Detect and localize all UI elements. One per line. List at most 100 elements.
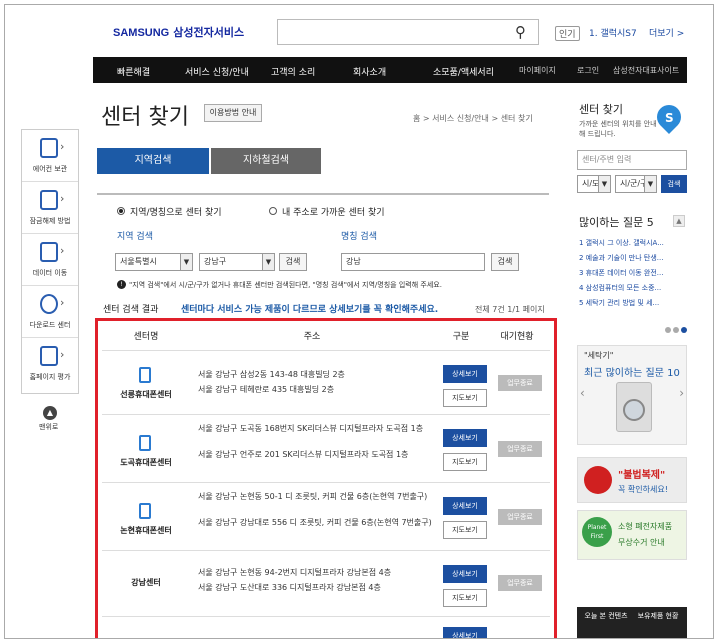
center-name[interactable]: 도곡휴대폰센터: [102, 457, 190, 468]
result-count: 전체 7건 1/1 페이지: [475, 305, 545, 314]
sido-select[interactable]: 시/도 ▼: [577, 175, 611, 193]
nav-service-request[interactable]: 서비스 신청/안내: [185, 65, 249, 78]
side-search-input[interactable]: 센터/주변 입력: [577, 150, 687, 170]
center-name[interactable]: 선릉휴대폰센터: [102, 389, 190, 400]
radio-near-label: 내 주소로 가까운 센터 찾기: [282, 208, 385, 218]
map-button[interactable]: 지도보기: [443, 389, 487, 407]
faq-item[interactable]: 3 휴대폰 데이터 이동 완전...: [579, 268, 663, 278]
chevron-down-icon: ▼: [180, 254, 192, 270]
washer-image: [616, 382, 652, 432]
samsung-logo[interactable]: SAMSUNG 삼성전자서비스: [109, 23, 244, 40]
tab-subway-search[interactable]: 지하철검색: [211, 148, 321, 174]
nav-login[interactable]: 로그인: [577, 65, 599, 76]
gungu-select[interactable]: 시/군/구 ▼: [615, 175, 657, 193]
side-description: 가까운 센터의 위치를 안내해 드립니다.: [579, 120, 657, 138]
district-select[interactable]: 강남구 ▼: [199, 253, 275, 271]
top-label[interactable]: 맨위로: [39, 422, 58, 432]
quick-item-data-transfer[interactable]: › 데이터 이동: [22, 234, 78, 286]
banner-piracy[interactable]: "불법복제" 꼭 확인하세요!: [577, 457, 687, 503]
quick-item-download[interactable]: › 다운로드 센터: [22, 286, 78, 338]
logo-service: 삼성전자서비스: [173, 27, 245, 39]
more-link[interactable]: 더보기 >: [649, 26, 684, 39]
nav-customer-voice[interactable]: 고객의 소리: [271, 65, 315, 78]
status-badge: 업무종료: [498, 375, 542, 391]
phone-icon: [139, 367, 151, 383]
side-search-button[interactable]: 검색: [661, 175, 687, 193]
stop-icon: [584, 466, 612, 494]
owned-products[interactable]: 보유제품 현황: [635, 611, 681, 621]
table-row: 도곡휴대폰센터 서울 강남구 도곡동 168번지 SK리더스뷰 디지털프라자 도…: [102, 414, 550, 482]
side-title: 센터 찾기: [579, 103, 623, 116]
map-button[interactable]: 지도보기: [443, 453, 487, 471]
banner-sub: 무상수거 안내: [618, 538, 665, 547]
dot-icon[interactable]: [681, 327, 687, 333]
city-select[interactable]: 서울특별시 ▼: [115, 253, 193, 271]
city-value: 서울특별시: [120, 257, 157, 266]
site-search-input[interactable]: [277, 19, 539, 45]
header-address: 주소: [303, 332, 321, 342]
dot-icon[interactable]: [665, 327, 671, 333]
banner-sub: 꼭 확인하세요!: [618, 485, 668, 494]
center-name[interactable]: 논현휴대폰센터: [102, 525, 190, 536]
chevron-up-icon[interactable]: ▲: [673, 215, 685, 227]
quick-item-label: 홈페이지 평가: [29, 373, 71, 381]
map-button[interactable]: 지도보기: [443, 521, 487, 539]
center-name[interactable]: 강남센터: [102, 577, 190, 588]
radio-near[interactable]: [269, 207, 277, 215]
faq-item[interactable]: 2 예술과 기술이 만나 탄생...: [579, 253, 663, 263]
search-icon[interactable]: ⚲: [515, 23, 533, 41]
detail-button[interactable]: 상세보기: [443, 429, 487, 447]
chevron-right-icon: ›: [60, 244, 65, 257]
page-frame: SAMSUNG 삼성전자서비스 ⚲ 인기 1. 갤럭시S7 더보기 > 빠른해결 …: [4, 4, 714, 639]
header-type: 구분: [452, 332, 470, 342]
table-row: 선릉휴대폰센터 서울 강남구 삼성2동 143-48 대흥빌딩 2층 서울 강남…: [102, 350, 550, 414]
washer-door: [623, 399, 645, 421]
detail-button[interactable]: 상세보기: [443, 627, 487, 638]
chevron-right-icon[interactable]: ›: [679, 386, 684, 400]
name-input[interactable]: 강남: [341, 253, 485, 271]
map-button[interactable]: 지도보기: [443, 589, 487, 607]
quick-item-unlock[interactable]: › 잠금해제 방법: [22, 182, 78, 234]
breadcrumb: 홈 > 서비스 신청/안내 > 센터 찾기: [413, 114, 533, 123]
header-name: 센터명: [133, 332, 159, 342]
recent-contents[interactable]: 오늘 본 컨텐츠: [583, 611, 629, 621]
detail-button[interactable]: 상세보기: [443, 497, 487, 515]
nav-mypage[interactable]: 마이페이지: [519, 65, 556, 76]
phone-icon: [139, 503, 151, 519]
cloud-download-icon: [40, 294, 58, 314]
howto-button[interactable]: 이용방법 안내: [204, 104, 262, 122]
quick-item-rating[interactable]: › 홈페이지 평가: [22, 338, 78, 390]
banner-planet-first[interactable]: Planet First 소형 폐전자제품 무상수거 안내: [577, 510, 687, 560]
nav-company[interactable]: 회사소개: [353, 65, 386, 78]
address-new: 서울 강남구 언주로 201 SK리더스뷰 디지털프라자 도곡점 1층: [198, 450, 409, 459]
quick-item-aircon[interactable]: › 에어컨 보관: [22, 130, 78, 182]
region-search-button[interactable]: 검색: [279, 253, 307, 271]
faq-item[interactable]: 5 세탁기 관리 방법 및 세...: [579, 298, 659, 308]
logo-brand: SAMSUNG: [113, 27, 170, 39]
page-title: 센터 찾기: [101, 105, 189, 130]
tab-region-search[interactable]: 지역검색: [97, 148, 209, 174]
status-badge: 업무종료: [498, 575, 542, 591]
nav-quick-solve[interactable]: 빠른해결: [117, 65, 150, 78]
banner-title: 소형 폐전자제품: [618, 522, 673, 531]
detail-button[interactable]: 상세보기: [443, 565, 487, 583]
result-message: 센터마다 서비스 가능 제품이 다르므로 상세보기를 꼭 확인해주세요.: [181, 305, 439, 315]
nav-samsung-site[interactable]: 삼성전자대표사이트: [613, 65, 679, 76]
detail-button[interactable]: 상세보기: [443, 365, 487, 383]
nav-supplies[interactable]: 소모품/액세서리: [433, 65, 494, 78]
name-search-button[interactable]: 검색: [491, 253, 519, 271]
radio-region[interactable]: [117, 207, 125, 215]
data-transfer-icon: [40, 242, 58, 262]
faq-item[interactable]: 1 갤럭시 그 이상. 갤럭시A...: [579, 238, 664, 248]
faq-item[interactable]: 4 삼성컴퓨터의 모든 소중...: [579, 283, 661, 293]
chevron-right-icon: ›: [60, 140, 65, 153]
arrow-up-icon[interactable]: ▲: [43, 406, 57, 420]
quick-item-label: 다운로드 센터: [29, 321, 71, 329]
chevron-left-icon[interactable]: ‹: [580, 386, 585, 400]
carousel-dots[interactable]: [665, 327, 687, 335]
banner-washer-faq[interactable]: "세탁기" 최근 많이하는 질문 10 ‹ ›: [577, 345, 687, 445]
name-value: 강남: [346, 257, 361, 266]
dot-icon[interactable]: [673, 327, 679, 333]
popular-keyword[interactable]: 1. 갤럭시S7: [589, 26, 637, 39]
result-table: 센터명 주소 구분 대기현황 선릉휴대폰센터 서울 강남구 삼성2동 143-4…: [95, 318, 557, 638]
